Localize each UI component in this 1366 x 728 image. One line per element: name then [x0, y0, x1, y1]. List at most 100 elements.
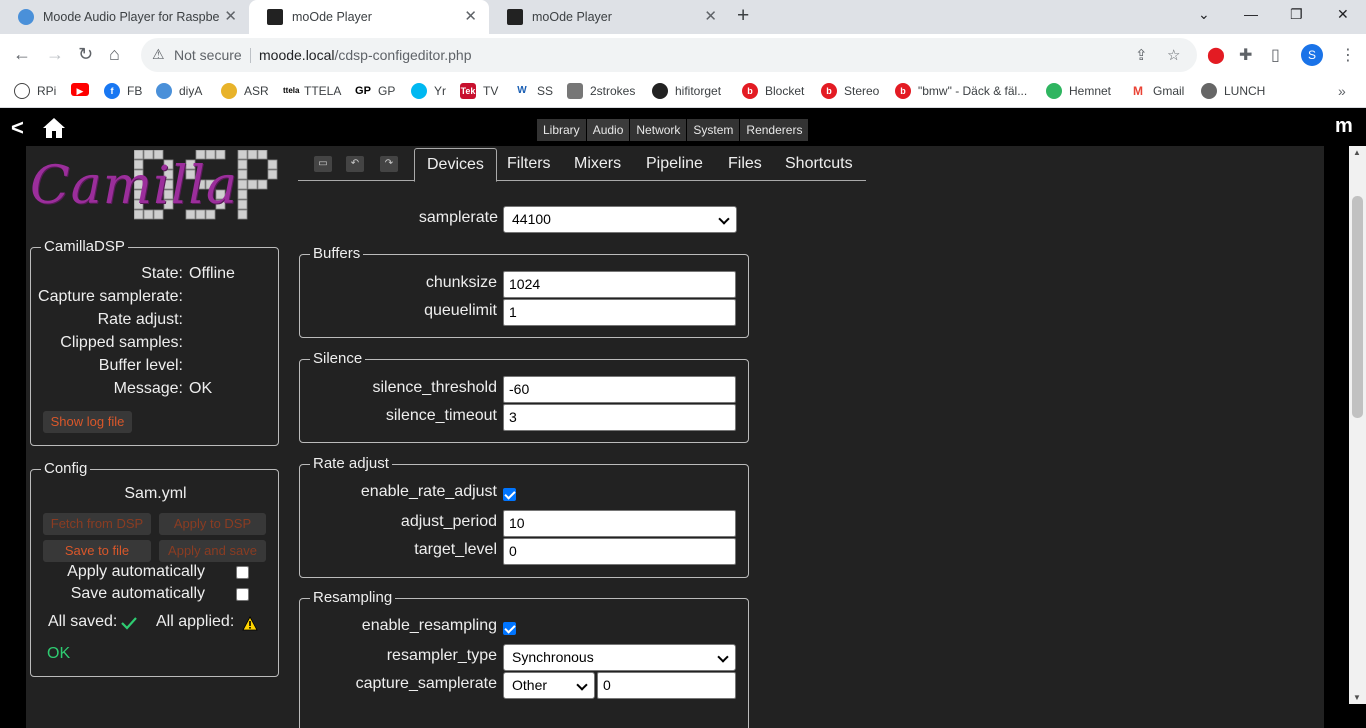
adjust-period-input[interactable]: 10: [503, 510, 736, 537]
not-secure-label[interactable]: Not secure: [174, 47, 242, 63]
extensions-puzzle-icon[interactable]: ✚: [1239, 45, 1252, 65]
capture-samplerate-label: Capture samplerate:: [38, 288, 183, 305]
clipped-samples-label: Clipped samples:: [60, 334, 183, 351]
bookmark-youtube[interactable]: ▶: [71, 83, 96, 96]
browser-tab-moode-player[interactable]: moOde Player ✕: [489, 0, 729, 34]
bookmark-label: LUNCH: [1224, 84, 1266, 98]
bookmark-bmw[interactable]: b "bmw" - Däck & fäl...: [895, 83, 1027, 99]
save-automatically-checkbox[interactable]: [236, 588, 249, 601]
browser-toolbar: ← → ↻ ⌂ ⚠ Not secure moode.local/cdsp-co…: [0, 34, 1366, 76]
menu-network[interactable]: Network: [630, 119, 687, 141]
show-log-button[interactable]: Show log file: [43, 411, 132, 433]
bookmark-stereo[interactable]: b Stereo: [821, 83, 879, 99]
menu-library[interactable]: Library: [537, 119, 586, 141]
bookmark-label: Hemnet: [1069, 84, 1112, 98]
scroll-down-icon[interactable]: ▼: [1353, 693, 1361, 702]
browser-tab-moode-audio[interactable]: Moode Audio Player for Raspberr ✕: [0, 0, 249, 34]
wave-icon: [156, 83, 172, 99]
apply-automatically-checkbox[interactable]: [236, 566, 249, 579]
bookmark-hemnet[interactable]: Hemnet: [1046, 83, 1111, 99]
samplerate-select[interactable]: 44100: [503, 206, 737, 233]
moode-brand[interactable]: m: [1335, 115, 1353, 138]
apply-automatically-label: Apply automatically: [67, 563, 205, 580]
share-icon[interactable]: ⇪: [1135, 46, 1148, 64]
minimize-icon[interactable]: —: [1244, 6, 1258, 22]
forward-icon[interactable]: →: [46, 44, 64, 64]
silence-panel: Silence silence_threshold -60 silence_ti…: [299, 350, 749, 443]
bookmark-blocket[interactable]: b Blocket: [742, 83, 804, 99]
resampler-type-select[interactable]: Synchronous: [503, 644, 736, 671]
capture-samplerate-input[interactable]: 0: [597, 672, 736, 699]
apply-and-save-button[interactable]: Apply and save: [159, 540, 266, 562]
bookmark-fb[interactable]: f FB: [104, 83, 142, 99]
silence-timeout-input[interactable]: 3: [503, 404, 736, 431]
enable-rate-adjust-checkbox[interactable]: [503, 488, 516, 501]
close-tab-icon[interactable]: ✕: [704, 9, 717, 25]
apply-to-dsp-button[interactable]: Apply to DSP: [159, 513, 266, 535]
tab-filters[interactable]: Filters: [507, 155, 551, 173]
reload-icon[interactable]: ↻: [78, 44, 93, 64]
close-tab-icon[interactable]: ✕: [464, 9, 477, 25]
tab-shortcuts[interactable]: Shortcuts: [785, 155, 853, 173]
rate-adjust-panel: Rate adjust enable_rate_adjust adjust_pe…: [299, 455, 749, 578]
state-label: State:: [141, 265, 183, 282]
new-tab-icon[interactable]: +: [737, 5, 749, 27]
buffer-level-label: Buffer level:: [98, 357, 183, 374]
bookmark-2strokes[interactable]: 2strokes: [567, 83, 635, 99]
close-window-icon[interactable]: ✕: [1337, 6, 1349, 23]
bookmark-hifitorget[interactable]: hifitorget: [652, 83, 721, 99]
tab-pipeline[interactable]: Pipeline: [646, 155, 703, 173]
fetch-from-dsp-button[interactable]: Fetch from DSP: [43, 513, 151, 535]
enable-resampling-checkbox[interactable]: [503, 622, 516, 635]
tab-mixers[interactable]: Mixers: [574, 155, 621, 173]
menu-system[interactable]: System: [687, 119, 740, 141]
menu-audio[interactable]: Audio: [586, 119, 630, 141]
bookmark-yr[interactable]: Yr: [411, 83, 446, 99]
gmail-icon: M: [1133, 84, 1143, 98]
chunksize-label: chunksize: [425, 274, 497, 291]
bookmark-gmail[interactable]: M Gmail: [1130, 83, 1184, 99]
queuelimit-input[interactable]: 1: [503, 299, 736, 326]
bookmark-ttela[interactable]: ttela TTELA: [283, 83, 341, 99]
bookmark-rpi[interactable]: RPi: [14, 83, 56, 99]
scroll-up-icon[interactable]: ▲: [1353, 148, 1361, 157]
home-icon[interactable]: [42, 117, 66, 139]
bookmark-tv[interactable]: Tek TV: [460, 83, 498, 99]
blocket-icon: b: [821, 83, 837, 99]
tab-devices[interactable]: Devices: [414, 148, 497, 182]
profile-avatar[interactable]: S: [1301, 44, 1323, 66]
tab-files[interactable]: Files: [728, 155, 762, 173]
bookmarks-more-icon[interactable]: »: [1338, 83, 1346, 99]
bookmark-asr[interactable]: ASR: [221, 83, 269, 99]
scrollbar-thumb[interactable]: [1352, 196, 1363, 418]
back-icon[interactable]: ←: [13, 44, 31, 64]
bookmark-diya[interactable]: diyA: [156, 83, 202, 99]
url-text[interactable]: moode.local/cdsp-configeditor.php: [259, 47, 471, 63]
all-applied-label: All applied:: [156, 613, 235, 630]
chrome-menu-icon[interactable]: ⋮: [1340, 45, 1356, 65]
side-panel-icon[interactable]: ▯: [1271, 45, 1280, 65]
bookmark-ss[interactable]: W SS: [514, 83, 553, 99]
chunksize-input[interactable]: 1024: [503, 271, 736, 298]
home-icon[interactable]: ⌂: [109, 44, 120, 64]
bookmark-star-icon[interactable]: ☆: [1167, 46, 1180, 64]
resampling-legend: Resampling: [310, 589, 396, 606]
browser-tab-moode-player-active[interactable]: moOde Player ✕: [249, 0, 489, 34]
restore-icon[interactable]: ❐: [1290, 6, 1303, 23]
menu-renderers[interactable]: Renderers: [740, 119, 809, 141]
address-bar[interactable]: ⚠ Not secure moode.local/cdsp-configedit…: [141, 38, 1197, 72]
save-to-file-button[interactable]: Save to file: [43, 540, 151, 562]
bookmark-gp[interactable]: GP GP: [355, 83, 395, 99]
bookmark-lunch[interactable]: LUNCH: [1201, 83, 1265, 99]
capture-samplerate-select[interactable]: Other: [503, 672, 595, 699]
adblock-extension-icon[interactable]: ⬤: [1207, 45, 1225, 65]
page-scrollbar[interactable]: ▲ ▼: [1349, 146, 1366, 704]
target-level-input[interactable]: 0: [503, 538, 736, 565]
back-chevron-icon[interactable]: <: [11, 117, 24, 139]
tab-search-chevron-icon[interactable]: ⌄: [1198, 6, 1210, 23]
globe-icon: [1201, 83, 1217, 99]
gp-icon: GP: [355, 85, 371, 97]
close-tab-icon[interactable]: ✕: [224, 9, 237, 25]
moode-app: < Library Audio Network System Renderers…: [0, 109, 1366, 728]
silence-threshold-input[interactable]: -60: [503, 376, 736, 403]
